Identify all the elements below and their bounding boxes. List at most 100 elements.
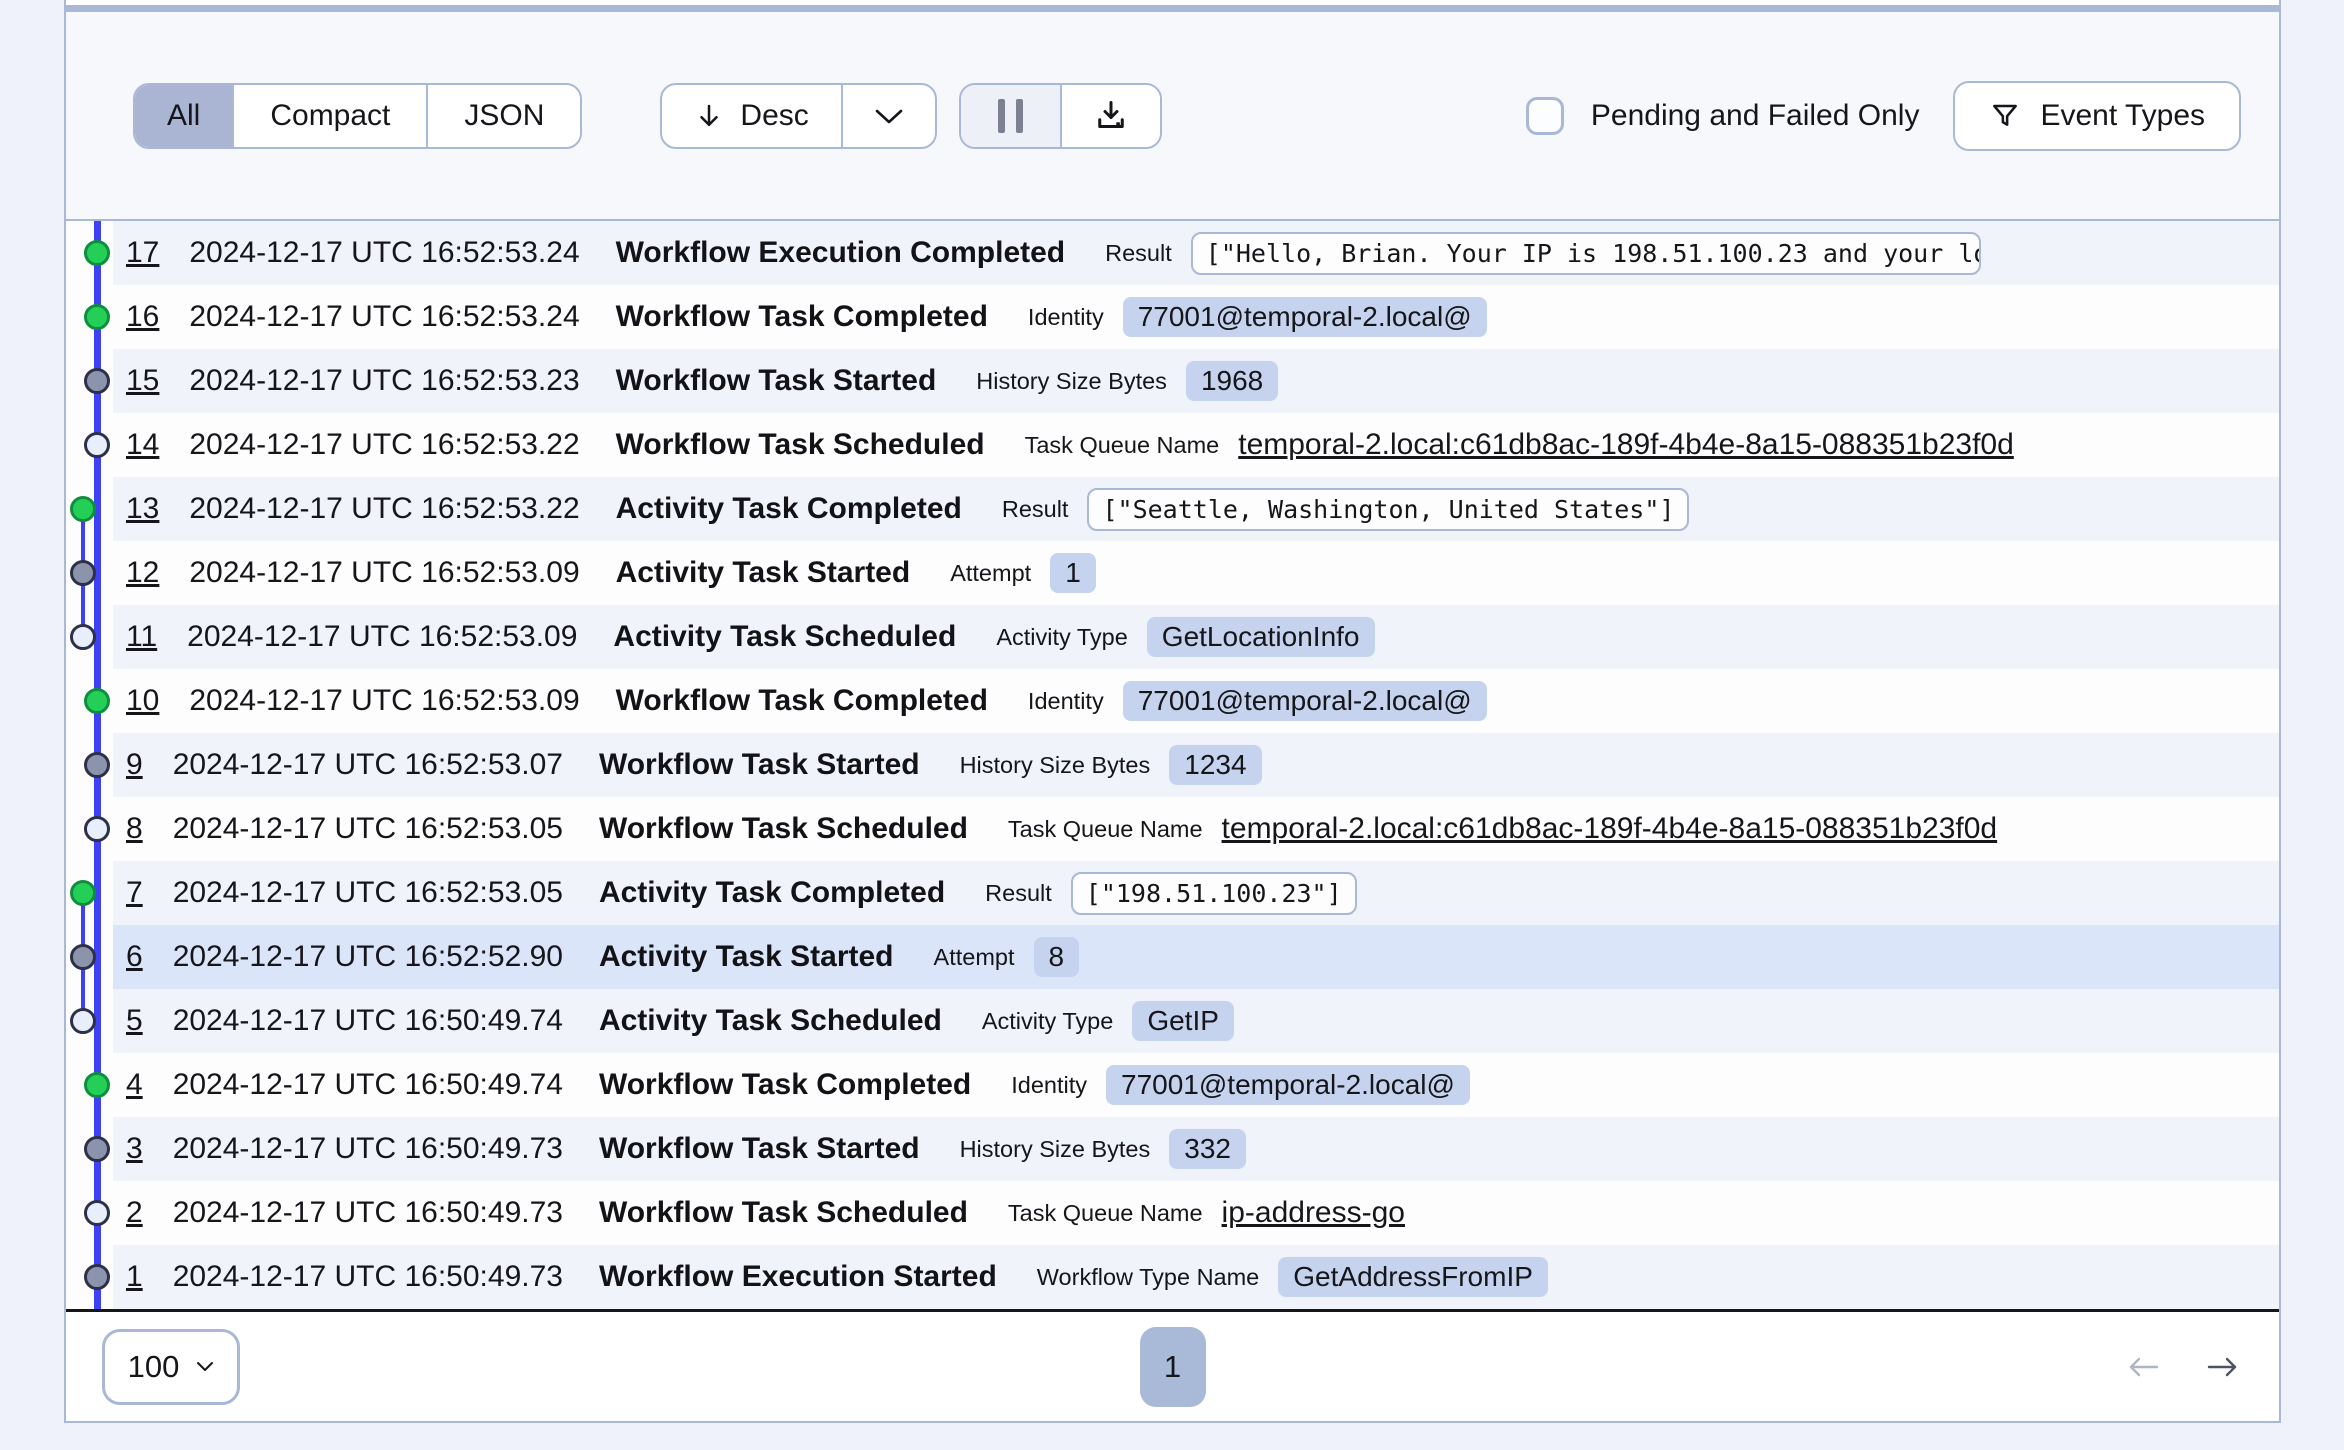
event-detail: Task Queue Nametemporal-2.local:c61db8ac…: [1008, 812, 1997, 846]
pause-button[interactable]: [961, 85, 1060, 147]
event-id-link[interactable]: 17: [126, 236, 159, 270]
event-detail: History Size Bytes1234: [960, 745, 1262, 785]
event-status-dot-hollow: [84, 1200, 110, 1226]
timeline-marker: [66, 477, 113, 541]
timeline-marker: [66, 221, 113, 285]
event-row[interactable]: 7 2024-12-17 UTC 16:52:53.05 Activity Task…: [66, 861, 2279, 925]
event-row-content: 162024-12-17 UTC 16:52:53.24Workflow Tas…: [113, 285, 2279, 349]
event-row-content: 52024-12-17 UTC 16:50:49.74Activity Task…: [113, 989, 2279, 1053]
event-id-link[interactable]: 2: [126, 1196, 143, 1230]
event-detail-value[interactable]: ip-address-go: [1222, 1196, 1405, 1230]
event-row[interactable]: 92024-12-17 UTC 16:52:53.07Workflow Task…: [66, 733, 2279, 797]
event-detail: Identity77001@temporal-2.local@: [1011, 1065, 1470, 1105]
event-id-link[interactable]: 4: [126, 1068, 143, 1102]
event-row[interactable]: 2 2024-12-17 UTC 16:50:49.73 Workflow Task…: [66, 1181, 2279, 1245]
event-id-link[interactable]: 13: [126, 492, 159, 526]
event-id-link[interactable]: 15: [126, 364, 159, 398]
previous-page-button[interactable]: [2123, 1352, 2163, 1382]
event-row[interactable]: 112024-12-17 UTC 16:52:53.09Activity Tas…: [66, 605, 2279, 669]
event-row[interactable]: 152024-12-17 UTC 16:52:53.23Workflow Tas…: [66, 349, 2279, 413]
event-row[interactable]: 12024-12-17 UTC 16:50:49.73Workflow Exec…: [66, 1245, 2279, 1309]
event-id-link[interactable]: 6: [126, 940, 143, 974]
timeline-marker: [66, 1245, 113, 1309]
tab-all[interactable]: All: [135, 85, 232, 147]
event-timestamp: 2024-12-17 UTC 16:50:49.74: [173, 1004, 563, 1038]
event-id-link[interactable]: 3: [126, 1132, 143, 1166]
event-types-button[interactable]: Event Types: [1953, 81, 2241, 151]
pending-failed-only-checkbox[interactable]: [1526, 97, 1564, 135]
event-detail-label: Workflow Type Name: [1037, 1264, 1259, 1291]
chevron-down-icon: [196, 1361, 214, 1373]
event-id-link[interactable]: 9: [126, 748, 143, 782]
event-detail-label: Activity Type: [996, 624, 1127, 651]
event-row-content: 62024-12-17 UTC 16:52:52.90Activity Task…: [113, 925, 2279, 989]
event-row[interactable]: 162024-12-17 UTC 16:52:53.24Workflow Tas…: [66, 285, 2279, 349]
timeline-marker: [66, 1053, 113, 1117]
event-detail-value[interactable]: ["Seattle, Washington, United States"]: [1087, 488, 1689, 531]
event-detail-value: 77001@temporal-2.local@: [1106, 1065, 1470, 1105]
event-row-content: 32024-12-17 UTC 16:50:49.73Workflow Task…: [113, 1117, 2279, 1181]
download-icon: [1093, 98, 1129, 134]
next-page-button[interactable]: [2203, 1352, 2243, 1382]
event-detail-value: 77001@temporal-2.local@: [1123, 297, 1487, 337]
event-row[interactable]: 102024-12-17 UTC 16:52:53.09Workflow Tas…: [66, 669, 2279, 733]
event-detail-value[interactable]: ["198.51.100.23"]: [1071, 872, 1357, 915]
event-status-dot-gray: [84, 368, 110, 394]
event-id-link[interactable]: 10: [126, 684, 159, 718]
event-detail-value[interactable]: ["Hello, Brian. Your IP is 198.51.100.23…: [1191, 232, 1981, 275]
event-detail-label: History Size Bytes: [960, 1136, 1151, 1163]
event-name: Workflow Task Scheduled: [599, 812, 968, 846]
event-timestamp: 2024-12-17 UTC 16:52:53.05: [173, 876, 563, 910]
event-row[interactable]: 42024-12-17 UTC 16:50:49.74Workflow Task…: [66, 1053, 2279, 1117]
event-timestamp: 2024-12-17 UTC 16:52:52.90: [173, 940, 563, 974]
event-detail: Activity TypeGetIP: [982, 1001, 1234, 1041]
event-timestamp: 2024-12-17 UTC 16:52:53.09: [189, 556, 579, 590]
event-status-dot-green: [84, 1072, 110, 1098]
page-size-select[interactable]: 100: [102, 1329, 240, 1405]
event-timestamp: 2024-12-17 UTC 16:52:53.05: [173, 812, 563, 846]
event-name: Workflow Task Scheduled: [599, 1196, 968, 1230]
event-id-link[interactable]: 1: [126, 1260, 143, 1294]
event-id-link[interactable]: 11: [126, 620, 157, 654]
timeline-marker: [66, 797, 113, 861]
event-row[interactable]: 172024-12-17 UTC 16:52:53.24Workflow Exe…: [66, 221, 2279, 285]
sort-desc-button[interactable]: Desc: [662, 85, 840, 147]
download-button[interactable]: [1060, 85, 1160, 147]
sort-order-dropdown-button[interactable]: [841, 85, 935, 147]
event-row-content: 12024-12-17 UTC 16:50:49.73Workflow Exec…: [113, 1245, 2279, 1309]
event-timestamp: 2024-12-17 UTC 16:50:49.74: [173, 1068, 563, 1102]
event-status-dot-green: [84, 240, 110, 266]
event-detail-value[interactable]: temporal-2.local:c61db8ac-189f-4b4e-8a15…: [1238, 428, 2014, 462]
view-mode-segmented-control: All Compact JSON: [133, 83, 582, 149]
event-timestamp: 2024-12-17 UTC 16:50:49.73: [173, 1196, 563, 1230]
event-id-link[interactable]: 5: [126, 1004, 143, 1038]
event-detail: Identity77001@temporal-2.local@: [1028, 681, 1487, 721]
event-row[interactable]: 52024-12-17 UTC 16:50:49.74Activity Task…: [66, 989, 2279, 1053]
current-page-button[interactable]: 1: [1140, 1327, 1206, 1407]
event-id-link[interactable]: 7: [126, 876, 143, 910]
event-row[interactable]: 142024-12-17 UTC 16:52:53.22Workflow Tas…: [66, 413, 2279, 477]
tab-json[interactable]: JSON: [426, 85, 580, 147]
event-row[interactable]: 62024-12-17 UTC 16:52:52.90Activity Task…: [66, 925, 2279, 989]
timeline-marker: [66, 605, 113, 669]
event-name: Activity Task Completed: [599, 876, 945, 910]
timeline-marker: [66, 1117, 113, 1181]
event-row-content: 112024-12-17 UTC 16:52:53.09Activity Tas…: [113, 605, 2279, 669]
toolbar-right-cluster: Pending and Failed Only Event Types: [1526, 81, 2279, 151]
event-detail-value: GetLocationInfo: [1147, 617, 1375, 657]
event-id-link[interactable]: 14: [126, 428, 159, 462]
event-row[interactable]: 8 2024-12-17 UTC 16:52:53.05 Workflow Task…: [66, 797, 2279, 861]
event-id-link[interactable]: 8: [126, 812, 143, 846]
event-id-link[interactable]: 12: [126, 556, 159, 590]
event-timestamp: 2024-12-17 UTC 16:50:49.73: [173, 1260, 563, 1294]
event-row[interactable]: 32024-12-17 UTC 16:50:49.73Workflow Task…: [66, 1117, 2279, 1181]
event-status-dot-hollow: [70, 1008, 96, 1034]
event-row-content: 8 2024-12-17 UTC 16:52:53.05 Workflow Task…: [113, 797, 2279, 861]
tab-compact[interactable]: Compact: [232, 85, 426, 147]
event-id-link[interactable]: 16: [126, 300, 159, 334]
event-detail-value[interactable]: temporal-2.local:c61db8ac-189f-4b4e-8a15…: [1222, 812, 1998, 846]
event-row-content: 2 2024-12-17 UTC 16:50:49.73 Workflow Task…: [113, 1181, 2279, 1245]
event-row[interactable]: 132024-12-17 UTC 16:52:53.22Activity Tas…: [66, 477, 2279, 541]
event-row[interactable]: 122024-12-17 UTC 16:52:53.09Activity Tas…: [66, 541, 2279, 605]
event-detail: Task Queue Nameip-address-go: [1008, 1196, 1405, 1230]
